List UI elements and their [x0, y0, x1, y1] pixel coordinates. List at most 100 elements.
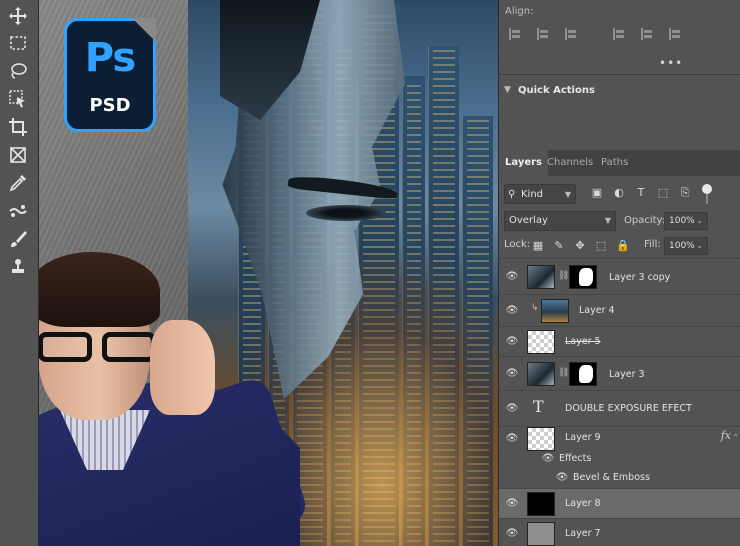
- more-options-button[interactable]: •••: [659, 56, 683, 70]
- effect-name: Bevel & Emboss: [573, 472, 650, 483]
- align-center-icon[interactable]: [537, 28, 551, 40]
- align-left-icon[interactable]: [509, 28, 523, 40]
- layer-thumbnail: [527, 330, 555, 354]
- chevron-down-icon: ▼: [564, 190, 571, 199]
- layer-name: Layer 3 copy: [609, 272, 671, 283]
- visibility-eye-icon[interactable]: 👁: [505, 433, 519, 447]
- layer-row[interactable]: 👁 T DOUBLE EXPOSURE EFECT: [499, 390, 740, 426]
- chevron-down-icon: ⌄: [696, 241, 703, 250]
- tab-paths[interactable]: Paths: [595, 150, 634, 176]
- eye-shape: [306, 205, 386, 221]
- opacity-label: Opacity:: [624, 215, 666, 226]
- photoshop-psd-icon: Ps PSD: [64, 18, 156, 132]
- link-icon: ⛓: [558, 271, 570, 281]
- smart-object-filter-icon[interactable]: ⎘: [678, 186, 692, 200]
- badge-ps-text: Ps: [84, 35, 136, 81]
- effects-label: Effects: [559, 453, 592, 464]
- man-with-glasses-photo: [38, 240, 340, 546]
- visibility-eye-icon[interactable]: 👁: [555, 472, 569, 486]
- align-bottom-icon[interactable]: [669, 28, 683, 40]
- layer-mask-thumbnail[interactable]: [569, 362, 597, 386]
- shape-filter-icon[interactable]: ⬚: [656, 186, 670, 200]
- align-top-icon[interactable]: [613, 28, 627, 40]
- tab-channels[interactable]: Channels: [541, 150, 599, 176]
- crop-tool-icon[interactable]: [7, 117, 29, 139]
- lock-position-icon[interactable]: ✥: [574, 239, 586, 253]
- layer-thumbnail: [527, 265, 555, 289]
- lock-row: Lock: ▦ ✎ ✥ ⬚ 🔒 Fill: 100% ⌄: [504, 237, 736, 257]
- blend-mode-select[interactable]: Overlay ▼: [504, 211, 616, 231]
- pixel-filter-icon[interactable]: ▣: [590, 186, 604, 200]
- filter-buttons: ▣ ◐ T ⬚ ⎘: [590, 186, 692, 200]
- align-middle-icon[interactable]: [641, 28, 655, 40]
- layer-name: DOUBLE EXPOSURE EFECT: [565, 403, 692, 414]
- layer-row[interactable]: 👁 Layer 5: [499, 326, 740, 356]
- visibility-eye-icon[interactable]: 👁: [505, 305, 519, 319]
- kind-filter-label: Kind: [521, 189, 544, 200]
- brush-tool-icon[interactable]: [7, 229, 29, 251]
- lock-buttons: ▦ ✎ ✥ ⬚ 🔒: [532, 239, 630, 253]
- blend-mode-value: Overlay: [509, 215, 548, 226]
- lock-pixels-icon[interactable]: ✎: [553, 239, 565, 253]
- eyedropper-tool-icon[interactable]: [7, 173, 29, 195]
- effects-row[interactable]: 👁 Effects: [499, 450, 740, 468]
- chevron-down-icon: ▼: [604, 216, 611, 225]
- visibility-eye-icon[interactable]: 👁: [505, 498, 519, 512]
- visibility-eye-icon[interactable]: 👁: [505, 271, 519, 285]
- align-label: Align:: [505, 6, 534, 17]
- search-icon: ⚲: [508, 189, 516, 200]
- visibility-eye-icon[interactable]: 👁: [541, 453, 555, 467]
- frame-tool-icon[interactable]: [7, 145, 29, 167]
- layer-row[interactable]: 👁 ⛓ Layer 3 copy: [499, 258, 740, 294]
- layer-row[interactable]: 👁 ⛓ Layer 3: [499, 356, 740, 390]
- effect-row[interactable]: 👁 Bevel & Emboss: [499, 468, 740, 488]
- fill-input[interactable]: 100% ⌄: [664, 237, 708, 255]
- type-filter-icon[interactable]: T: [634, 186, 648, 200]
- layer-name: Layer 9: [565, 432, 601, 443]
- photoshop-workspace: Ps PSD Align: ••• ▼ Quick Actions Layers…: [0, 0, 740, 546]
- lock-transparency-icon[interactable]: ▦: [532, 239, 544, 253]
- layer-thumbnail: [541, 299, 569, 323]
- quick-actions-title[interactable]: Quick Actions: [518, 85, 595, 96]
- visibility-eye-icon[interactable]: 👁: [505, 528, 519, 542]
- align-right-icon[interactable]: [565, 28, 579, 40]
- fill-label: Fill:: [644, 239, 661, 250]
- layer-filter-row: ⚲ Kind ▼ ▣ ◐ T ⬚ ⎘: [504, 184, 736, 206]
- layer-effects-icon[interactable]: fx: [721, 429, 731, 442]
- layer-thumbnail: [527, 427, 555, 451]
- lasso-tool-icon[interactable]: [7, 61, 29, 83]
- lock-artboard-icon[interactable]: ⬚: [595, 239, 607, 253]
- blend-row: Overlay ▼ Opacity: 100% ⌄: [504, 211, 736, 231]
- clipping-mask-icon: ↳: [531, 303, 539, 313]
- lock-label: Lock:: [504, 239, 531, 250]
- object-selection-tool-icon[interactable]: [7, 89, 29, 111]
- chevron-down-icon[interactable]: ▼: [504, 85, 511, 95]
- move-tool-icon[interactable]: [7, 6, 29, 28]
- adjustment-filter-icon[interactable]: ◐: [612, 186, 626, 200]
- visibility-eye-icon[interactable]: 👁: [505, 403, 519, 417]
- filter-toggle-icon[interactable]: [702, 184, 712, 194]
- healing-brush-tool-icon[interactable]: [7, 201, 29, 223]
- opacity-input[interactable]: 100% ⌄: [664, 212, 708, 230]
- layer-row[interactable]: 👁 Layer 9 fx ⌃: [499, 426, 740, 451]
- layer-row[interactable]: 👁 ↳ Layer 4: [499, 294, 740, 326]
- layer-row-selected[interactable]: 👁 Layer 8: [499, 488, 740, 518]
- visibility-eye-icon[interactable]: 👁: [505, 368, 519, 382]
- layer-name: Layer 8: [565, 498, 601, 509]
- layer-thumbnail: [527, 522, 555, 546]
- panel-divider: [499, 74, 740, 75]
- kind-filter-select[interactable]: ⚲ Kind ▼: [504, 184, 576, 204]
- align-buttons: [509, 28, 683, 40]
- chevron-up-icon[interactable]: ⌃: [732, 433, 739, 442]
- marquee-tool-icon[interactable]: [7, 33, 29, 55]
- visibility-eye-icon[interactable]: 👁: [505, 336, 519, 350]
- chevron-down-icon: ⌄: [696, 216, 703, 225]
- layer-row[interactable]: 👁 Layer 7: [499, 518, 740, 546]
- link-icon: ⛓: [558, 368, 570, 378]
- panels-dock: Align: ••• ▼ Quick Actions Layers Channe…: [498, 0, 740, 546]
- badge-psd-text: PSD: [89, 95, 131, 116]
- lock-all-icon[interactable]: 🔒: [616, 239, 630, 253]
- layer-name: Layer 7: [565, 528, 601, 539]
- stamp-tool-icon[interactable]: [7, 257, 29, 279]
- layer-mask-thumbnail[interactable]: [569, 265, 597, 289]
